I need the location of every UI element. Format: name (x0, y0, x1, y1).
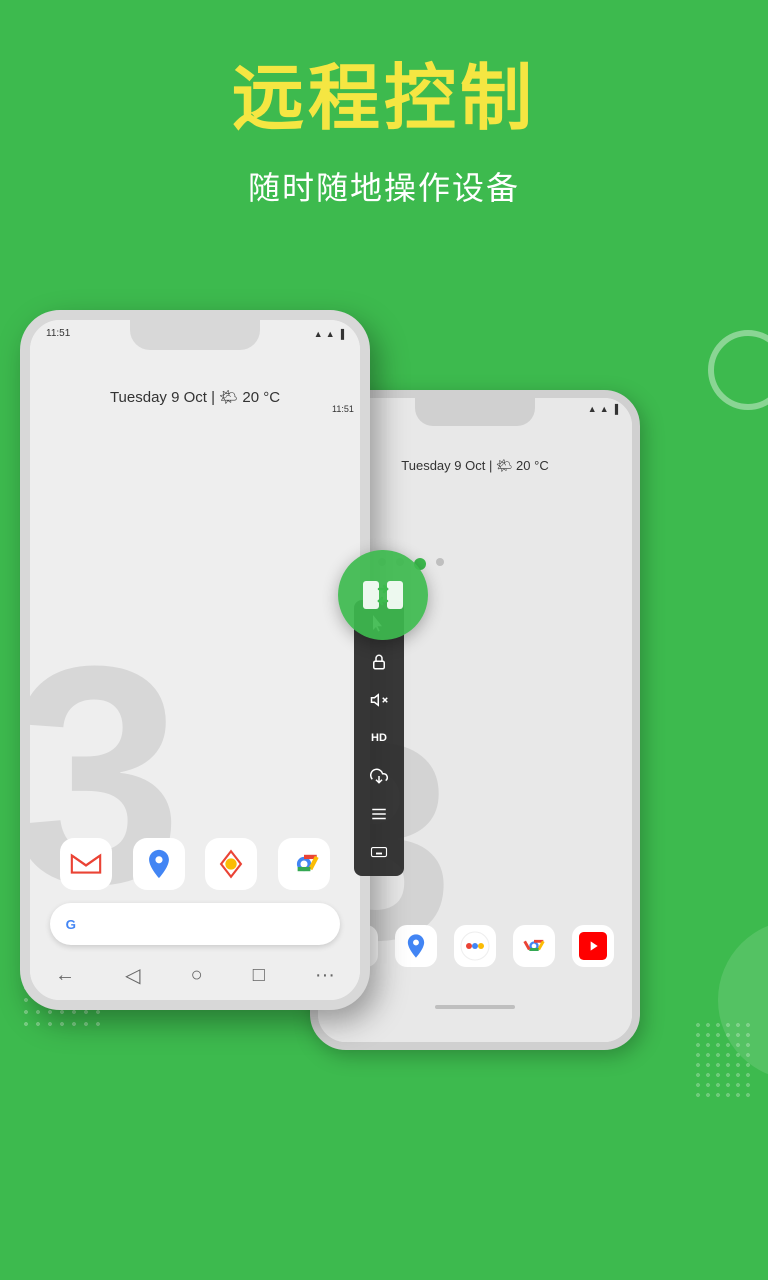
phone-front: 11:51 ▲ ▲ ▐ Tuesday 9 Oct | 🌤 20 °C 3 (20, 310, 370, 1010)
phone-front-app-icons (50, 838, 340, 890)
phone-front-gmail-icon (60, 838, 112, 890)
nav-back-icon[interactable]: ← (55, 964, 75, 987)
phones-container: 11:51 ▲ ▲ ▐ Tuesday 9 Oct | 🌤 20 °C (0, 310, 768, 1280)
signal-icon: ▲ (588, 404, 597, 414)
phone-back-time: 11:51 (332, 404, 354, 414)
toolbar-keyboard-icon[interactable] (358, 834, 400, 870)
phone-front-chrome-icon (278, 838, 330, 890)
phone-front-bottom-nav: ← ◁ ○ □ ··· (30, 950, 360, 1000)
toolbar-download-icon[interactable] (358, 758, 400, 794)
toolbar-lock-icon[interactable] (358, 644, 400, 680)
dot-4 (436, 558, 444, 566)
phone-front-time: 11:51 (46, 328, 70, 339)
nav-triangle-icon[interactable]: ◁ (125, 963, 140, 988)
nav-square-icon[interactable]: □ (253, 964, 265, 987)
toolbar-sound-icon[interactable] (358, 682, 400, 718)
remote-control-icon[interactable] (338, 550, 428, 640)
phone-front-date-weather: Tuesday 9 Oct | 🌤 20 °C (30, 388, 360, 406)
signal-bars-icon: ▲ (314, 329, 323, 339)
phone-back-home-indicator (435, 1005, 515, 1009)
phone-back-signal: ▲ ▲ ▐ (588, 404, 618, 414)
toolbar-menu-icon[interactable] (358, 796, 400, 832)
wifi-signal-icon: ▲ (326, 329, 335, 339)
phone-front-signal: ▲ ▲ ▐ (314, 329, 344, 339)
toolbar-hd-icon[interactable]: HD (358, 720, 400, 756)
header-section: 远程控制 随时随地操作设备 (0, 60, 768, 209)
phone-front-screen: 11:51 ▲ ▲ ▐ Tuesday 9 Oct | 🌤 20 °C 3 (30, 320, 360, 1000)
main-title: 远程控制 (0, 60, 768, 139)
nav-home-icon[interactable]: ○ (191, 964, 203, 987)
phone-front-status-bar: 11:51 ▲ ▲ ▐ (46, 328, 344, 339)
remote-toolbar: HD (354, 600, 404, 876)
phone-back-status-bar: 11:51 ▲ ▲ ▐ (332, 404, 618, 414)
page-container: 远程控制 随时随地操作设备 11:51 ▲ ▲ ▐ Tuesday 9 Oct … (0, 0, 768, 1280)
battery-level-icon: ▐ (338, 329, 344, 339)
phone-front-photos-icon (205, 838, 257, 890)
svg-text:G: G (66, 917, 76, 932)
wifi-icon: ▲ (600, 404, 609, 414)
phone-front-maps-icon (133, 838, 185, 890)
battery-icon: ▐ (612, 404, 618, 414)
phone-front-google-search[interactable]: G (50, 903, 340, 945)
subtitle: 随时随地操作设备 (0, 163, 768, 209)
nav-dots-icon[interactable]: ··· (315, 964, 335, 987)
switch-arrows-svg (357, 569, 409, 621)
